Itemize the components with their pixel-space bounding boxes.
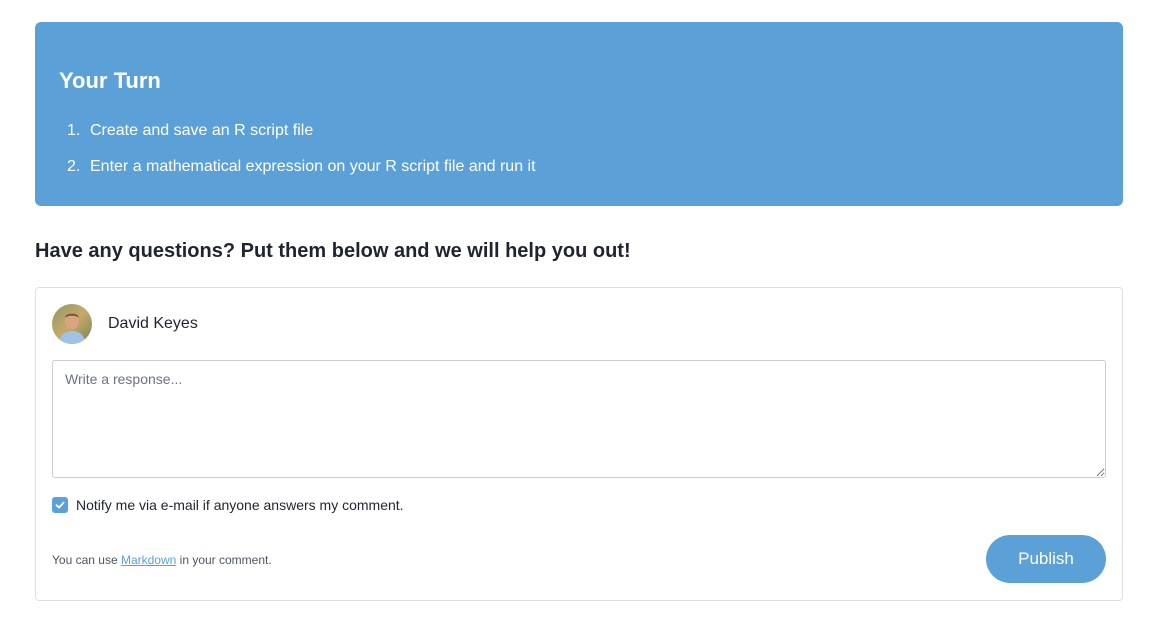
user-name: David Keyes <box>108 315 198 332</box>
notify-label[interactable]: Notify me via e-mail if anyone answers m… <box>76 496 404 514</box>
callout-title: Your Turn <box>59 68 161 93</box>
avatar <box>52 304 92 344</box>
list-item-text: Create and save an R script file <box>90 122 314 139</box>
comment-form: David Keyes Notify me via e-mail if anyo… <box>35 287 1123 601</box>
notify-checkbox[interactable] <box>52 497 68 513</box>
list-item: 1. Create and save an R script file <box>59 121 536 141</box>
markdown-note-prefix: You can use <box>52 553 121 567</box>
list-item: 2. Enter a mathematical expression on yo… <box>59 157 536 177</box>
callout-list: 1. Create and save an R script file 2. E… <box>59 121 536 193</box>
user-avatar-icon <box>52 304 92 344</box>
markdown-note: You can use Markdown in your comment. <box>52 552 272 568</box>
questions-heading: Have any questions? Put them below and w… <box>35 240 631 262</box>
your-turn-callout: Your Turn 1. Create and save an R script… <box>35 22 1123 206</box>
notify-option[interactable]: Notify me via e-mail if anyone answers m… <box>52 496 404 514</box>
list-item-text: Enter a mathematical expression on your … <box>90 158 536 175</box>
checkmark-icon <box>55 501 65 509</box>
response-textarea[interactable] <box>52 360 1106 478</box>
list-item-number: 2. <box>67 158 81 175</box>
publish-button[interactable]: Publish <box>986 535 1106 583</box>
list-item-number: 1. <box>67 122 81 139</box>
markdown-note-suffix: in your comment. <box>176 553 272 567</box>
markdown-link[interactable]: Markdown <box>121 553 176 567</box>
